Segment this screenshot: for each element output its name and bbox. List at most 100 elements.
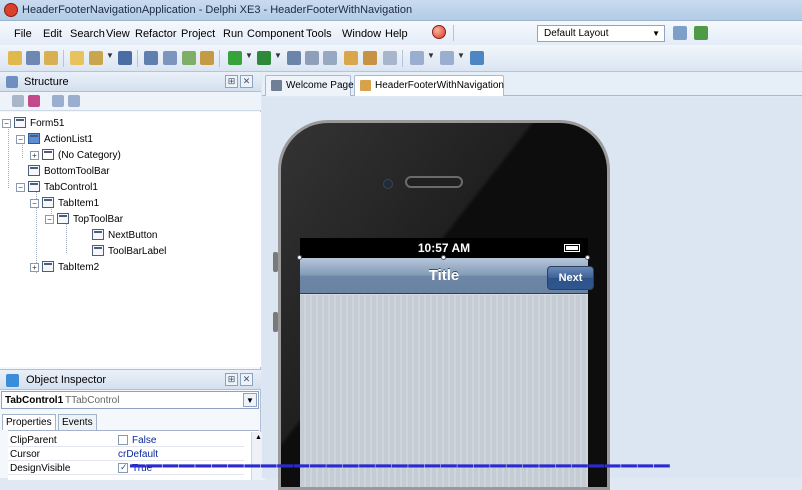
save-icon[interactable] (118, 51, 132, 65)
component-icon (92, 245, 104, 256)
run-until-return-icon[interactable] (383, 51, 397, 65)
collapse-icon[interactable]: − (16, 183, 25, 192)
arrow-down-icon[interactable] (68, 95, 80, 107)
pause-icon[interactable] (287, 51, 301, 65)
chevron-down-icon[interactable]: ▼ (427, 51, 435, 60)
checkbox[interactable] (118, 462, 128, 473)
scroll-up-icon[interactable]: ▲ (255, 434, 262, 441)
stop-icon[interactable] (305, 51, 319, 65)
desktop-layout-select[interactable]: Default Layout ▼ (537, 25, 665, 42)
selected-object-name: TabControl1 (5, 395, 64, 406)
add-to-project-icon[interactable] (182, 51, 196, 65)
expand-icon[interactable]: + (30, 151, 39, 160)
new-items-icon[interactable] (8, 51, 22, 65)
menu-window[interactable]: Window (342, 28, 381, 40)
component-icon (28, 181, 40, 192)
view-unit-icon[interactable] (144, 51, 158, 65)
set-debug-desktop-icon[interactable] (694, 26, 708, 40)
arrow-up-icon[interactable] (52, 95, 64, 107)
delphi-app-icon (4, 3, 18, 17)
program-reset-icon[interactable] (323, 51, 337, 65)
category-icon (42, 149, 54, 160)
open-project-icon[interactable] (26, 51, 40, 65)
structure-icon (6, 76, 18, 88)
new-icon[interactable] (70, 51, 84, 65)
home-icon (271, 80, 282, 91)
trace-into-icon[interactable] (344, 51, 358, 65)
toolbar-separator (402, 50, 403, 67)
structure-title: Structure (24, 76, 69, 88)
tab-properties[interactable]: Properties (2, 414, 56, 430)
view-form-icon[interactable] (163, 51, 177, 65)
paste-icon[interactable] (28, 95, 40, 107)
menu-run[interactable]: Run (223, 28, 243, 40)
run-without-debugging-icon[interactable] (257, 51, 271, 65)
tab-content-area[interactable] (300, 295, 588, 487)
object-selector[interactable]: TabControl1 TTabControl ▼ (1, 391, 259, 409)
menu-edit[interactable]: Edit (43, 28, 62, 40)
menu-project[interactable]: Project (181, 28, 215, 40)
window-title: HeaderFooterNavigationApplication - Delp… (22, 4, 413, 16)
open-icon[interactable] (89, 51, 103, 65)
selection-handle[interactable] (297, 255, 302, 260)
selection-handle[interactable] (441, 255, 446, 260)
component-icon (42, 197, 54, 208)
close-icon[interactable]: ✕ (240, 75, 253, 88)
property-row[interactable]: ClipParent False (8, 433, 244, 447)
tab-welcome-page[interactable]: Welcome Page (265, 75, 354, 96)
menu-tools[interactable]: Tools (306, 28, 332, 40)
menu-view[interactable]: View (106, 28, 130, 40)
filter-icon[interactable] (12, 95, 24, 107)
forward-icon[interactable] (440, 51, 454, 65)
component-icon (57, 213, 69, 224)
tab-label: Welcome Page (286, 80, 354, 91)
chevron-down-icon[interactable]: ▼ (106, 51, 114, 60)
save-desktop-icon[interactable] (673, 26, 687, 40)
menu-refactor[interactable]: Refactor (135, 28, 177, 40)
top-toolbar[interactable]: Title Next (300, 258, 594, 294)
chevron-down-icon[interactable]: ▼ (243, 393, 257, 407)
toolbar-label[interactable]: Title (300, 267, 588, 284)
help-book-icon[interactable] (470, 51, 484, 65)
step-over-icon[interactable] (363, 51, 377, 65)
status-time: 10:57 AM (417, 241, 471, 255)
property-value[interactable]: crDefault (118, 449, 158, 460)
property-row[interactable]: Cursor crDefault (8, 447, 244, 461)
menu-component[interactable]: Component (247, 28, 304, 40)
object-inspector-title: Object Inspector (26, 374, 107, 386)
expand-icon[interactable]: + (30, 263, 39, 272)
help-globe-icon[interactable] (432, 25, 446, 39)
collapse-icon[interactable]: − (2, 119, 11, 128)
menu-search[interactable]: Search (70, 28, 105, 40)
tab-headerfooterwithnavigation[interactable]: HeaderFooterWithNavigation (354, 75, 504, 96)
run-icon[interactable] (228, 51, 242, 65)
chevron-down-icon[interactable]: ▼ (245, 51, 253, 60)
back-icon[interactable] (410, 51, 424, 65)
chevron-down-icon[interactable]: ▼ (457, 51, 465, 60)
pin-icon[interactable]: ⊞ (225, 373, 238, 386)
chevron-down-icon[interactable]: ▼ (274, 51, 282, 60)
tree-line (8, 124, 9, 188)
close-icon[interactable]: ✕ (240, 373, 253, 386)
toolbar-separator (137, 50, 138, 67)
tree-node-label: Form51 (30, 118, 65, 129)
iphone-frame: 10:57 AM Title Next (278, 120, 610, 490)
camera-icon (383, 179, 393, 189)
menu-file[interactable]: File (14, 28, 32, 40)
selection-handle[interactable] (585, 255, 590, 260)
save-all-icon[interactable] (44, 51, 58, 65)
collapse-icon[interactable]: − (30, 199, 39, 208)
tab-events[interactable]: Events (58, 414, 97, 430)
volume-down-button (273, 312, 278, 332)
collapse-icon[interactable]: − (45, 215, 54, 224)
collapse-icon[interactable]: − (16, 135, 25, 144)
pin-icon[interactable]: ⊞ (225, 75, 238, 88)
left-pane: Structure ⊞ ✕ − Form51 − ActionList1 + (… (0, 72, 265, 480)
phone-screen: 10:57 AM Title Next (297, 238, 594, 487)
next-button[interactable]: Next (547, 266, 594, 290)
checkbox[interactable] (118, 435, 128, 445)
menu-help[interactable]: Help (385, 28, 408, 40)
remove-from-project-icon[interactable] (200, 51, 214, 65)
volume-up-button (273, 252, 278, 272)
selected-object-type: TTabControl (65, 395, 120, 406)
